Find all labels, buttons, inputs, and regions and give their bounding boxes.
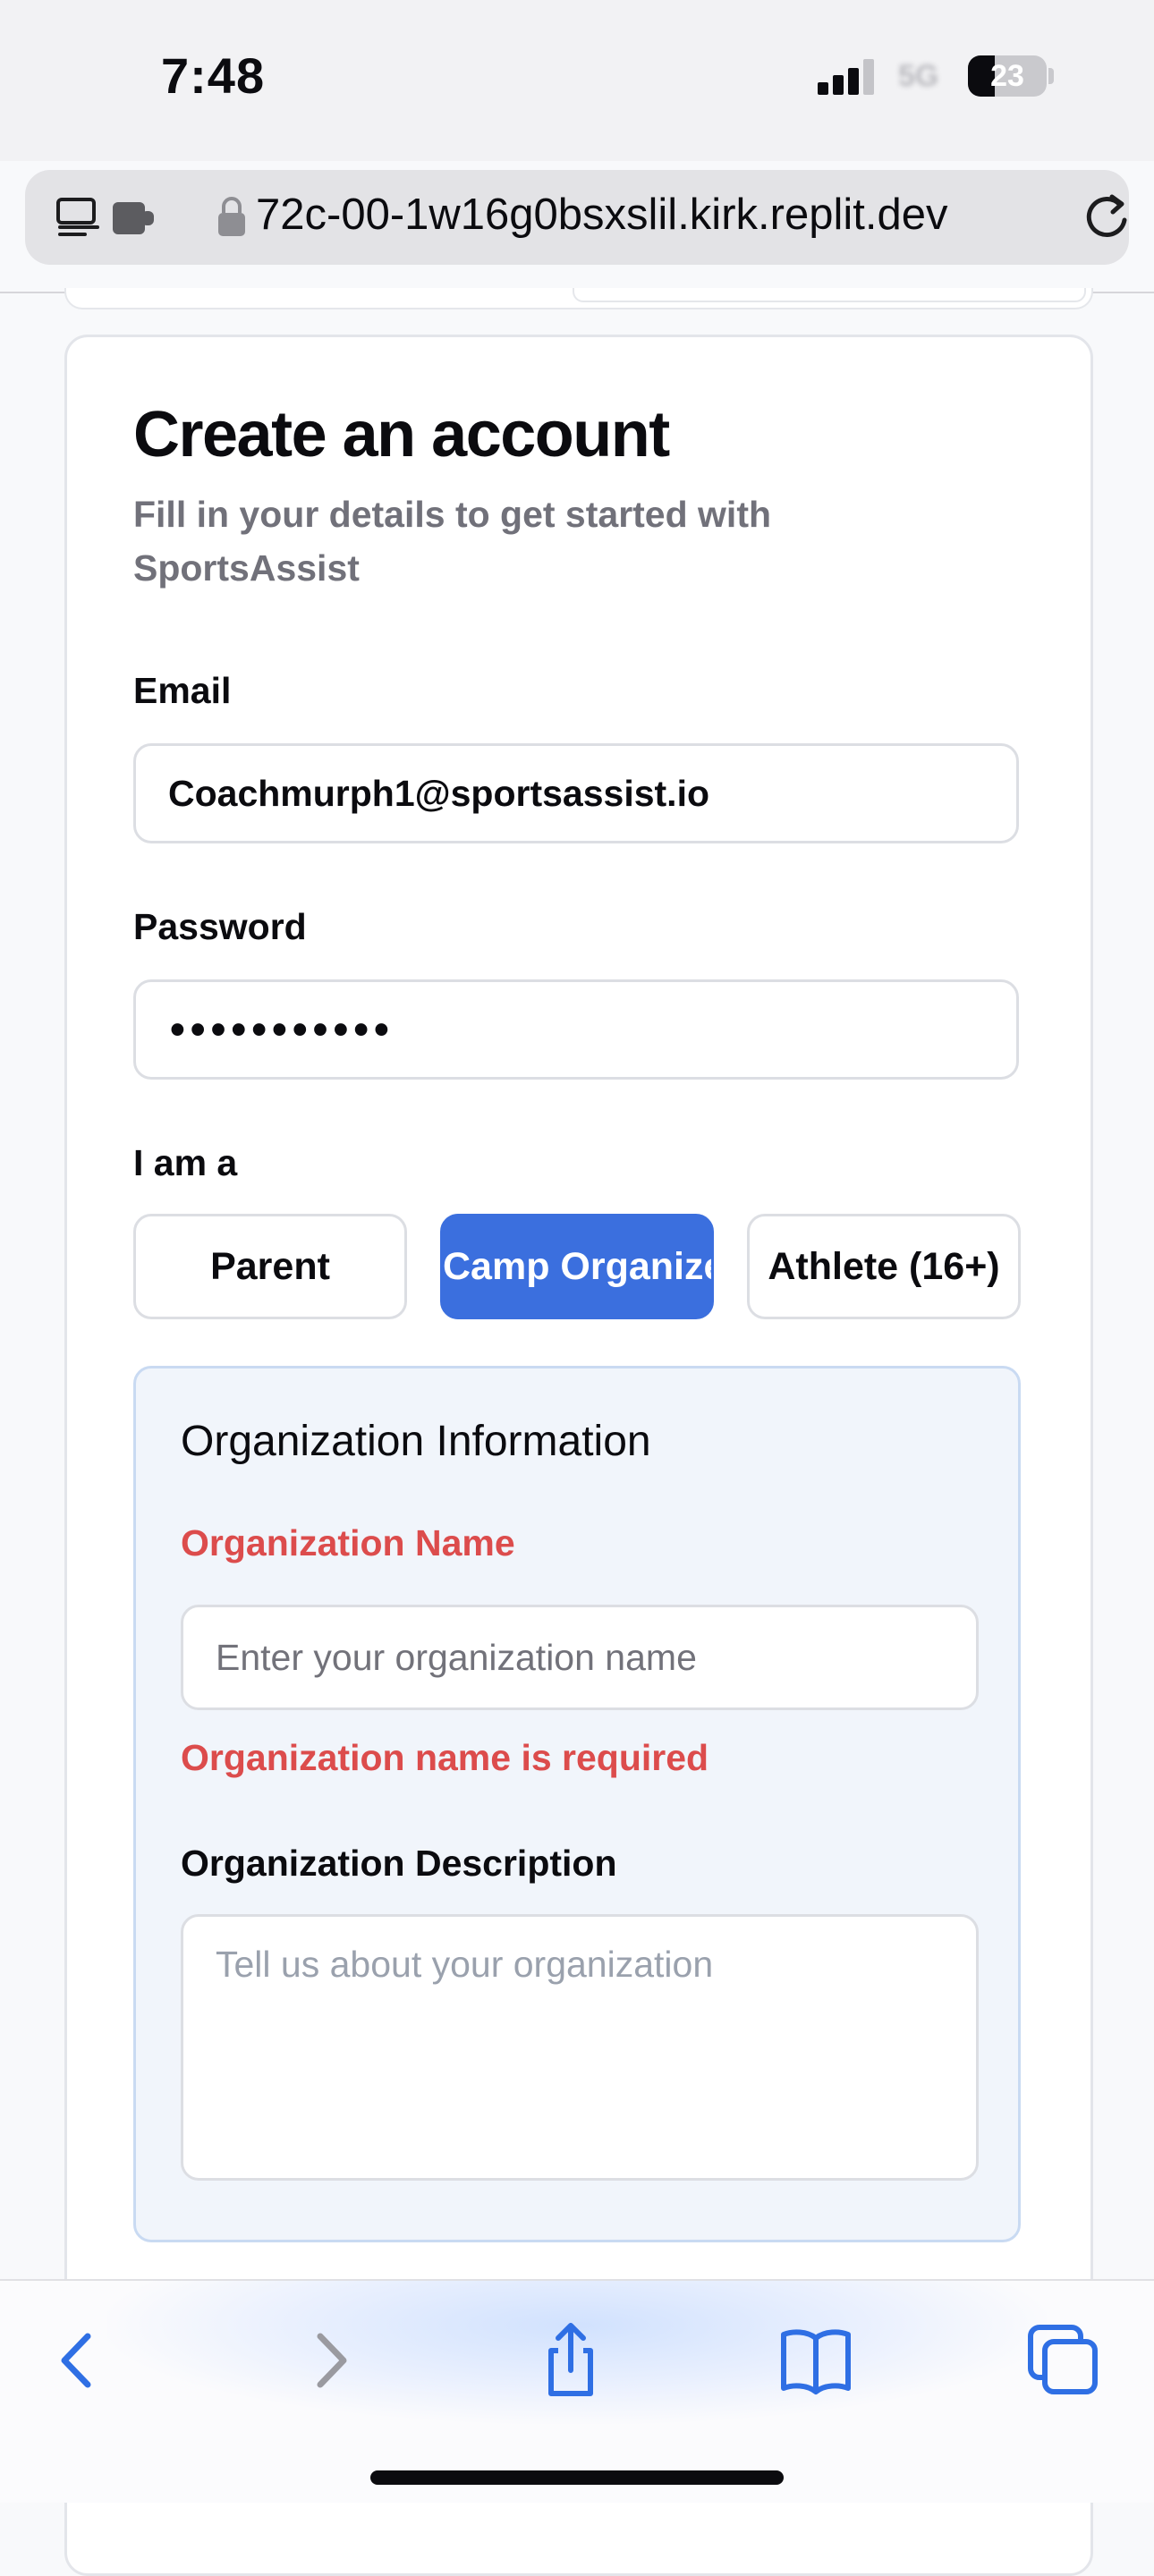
organization-info-panel: Organization Information Organization Na…	[133, 1366, 1021, 2242]
reload-icon[interactable]	[1079, 190, 1129, 245]
organization-name-error: Organization name is required	[181, 1737, 709, 1778]
share-button[interactable]	[526, 2320, 615, 2401]
organization-name-input[interactable]	[181, 1605, 979, 1710]
address-bar[interactable]: 72c-00-1w16g0bsxslil.kirk.replit.dev	[25, 170, 1129, 265]
password-label: Password	[133, 906, 307, 947]
previous-field-edge	[573, 288, 1086, 302]
status-time: 7:48	[161, 47, 266, 104]
share-icon	[548, 2323, 593, 2396]
lock-icon	[218, 197, 245, 236]
role-label: I am a	[133, 1142, 238, 1183]
extension-icon[interactable]	[111, 199, 161, 238]
role-athlete-button[interactable]: Athlete (16+)	[747, 1214, 1021, 1319]
battery-level: 23	[990, 59, 1024, 93]
organization-description-label: Organization Description	[181, 1843, 617, 1884]
forward-icon	[317, 2333, 347, 2388]
email-field[interactable]	[133, 743, 1019, 843]
home-indicator	[370, 2470, 784, 2485]
signal-strength-icon	[818, 59, 875, 95]
forward-button[interactable]	[284, 2320, 374, 2401]
status-bar: 7:48 5G 23	[0, 0, 1154, 161]
tabs-button[interactable]	[1018, 2320, 1107, 2401]
organization-description-textarea[interactable]	[181, 1914, 979, 2181]
bookmarks-icon	[781, 2329, 851, 2394]
url-text[interactable]: 72c-00-1w16g0bsxslil.kirk.replit.dev	[256, 190, 1079, 240]
browser-toolbar	[0, 2279, 1154, 2503]
page-subtitle: Fill in your details to get started with…	[133, 494, 772, 589]
battery-tip	[1048, 68, 1054, 84]
back-icon	[61, 2333, 91, 2388]
battery-icon: 23	[968, 55, 1047, 97]
organization-name-label: Organization Name	[181, 1522, 515, 1563]
network-indicator: 5G	[898, 59, 939, 93]
signup-card: Create an account Fill in your details t…	[64, 335, 1093, 2576]
reader-mode-icon[interactable]	[55, 197, 102, 238]
password-field[interactable]	[133, 979, 1019, 1080]
tabs-icon	[1028, 2325, 1098, 2394]
bookmarks-button[interactable]	[771, 2320, 861, 2401]
role-parent-button[interactable]: Parent	[133, 1214, 407, 1319]
back-button[interactable]	[34, 2320, 123, 2401]
page-title: Create an account	[133, 399, 670, 470]
email-label: Email	[133, 670, 232, 711]
role-camp-organizer-button[interactable]: Camp Organizer	[440, 1214, 714, 1319]
organization-info-title: Organization Information	[181, 1418, 651, 1465]
